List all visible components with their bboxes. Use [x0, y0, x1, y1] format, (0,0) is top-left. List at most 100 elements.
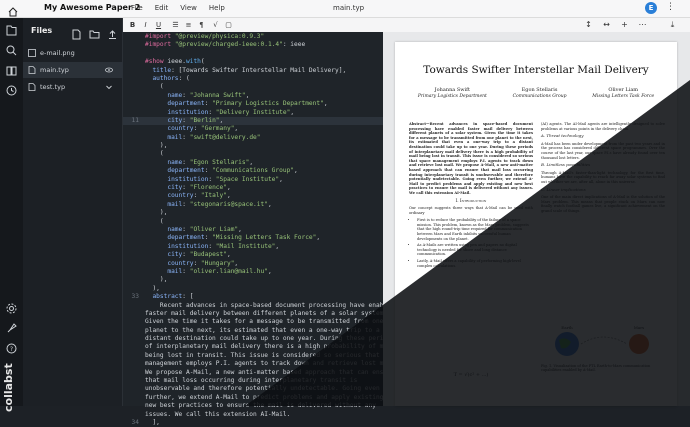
zoom-out-icon[interactable]: ⋯ — [637, 19, 648, 30]
new-folder-icon[interactable] — [89, 25, 100, 39]
help-icon[interactable]: ? — [5, 340, 18, 354]
code-line[interactable]: 34 ], — [123, 419, 383, 427]
code-line[interactable]: ( — [123, 150, 383, 158]
bullet-list-icon[interactable]: ☰ — [171, 20, 180, 30]
comment-icon[interactable]: ▢ — [224, 20, 233, 30]
line-text: management employs P.I. agents to track … — [145, 360, 399, 368]
code-line[interactable]: unobservable and therefore potentially u… — [123, 385, 383, 393]
chevron-down-icon[interactable] — [105, 83, 113, 91]
code-line[interactable]: mail: "swift@delivery.de" — [123, 134, 383, 142]
code-line[interactable]: department: "Missing Letters Task Force"… — [123, 234, 383, 242]
code-line[interactable]: department: "Communications Group", — [123, 167, 383, 175]
heading-icon[interactable]: ¶ — [197, 20, 206, 30]
code-line[interactable]: title: [Towards Swifter Interstellar Mai… — [123, 67, 383, 75]
code-line[interactable]: distant destination could take up to one… — [123, 335, 395, 343]
para-a: A-Mail has been under development from t… — [541, 141, 665, 160]
activity-rail: ? collabst — [0, 18, 23, 412]
book-icon[interactable] — [5, 62, 18, 76]
code-line[interactable]: ), — [123, 142, 383, 150]
upload-icon[interactable] — [107, 25, 118, 39]
code-line[interactable]: of interplanetary mail delivery there is… — [123, 343, 395, 351]
code-line[interactable]: institution: "Delivery Institute", — [123, 109, 383, 117]
code-line[interactable]: country: "Italy", — [123, 192, 383, 200]
rocket-icon[interactable] — [5, 320, 18, 333]
code-line[interactable]: name: "Egon Stellaris", — [123, 159, 383, 167]
file-item-test-typ[interactable]: test.typ — [23, 79, 123, 95]
line-text: Recent advances in space-based document … — [145, 301, 395, 309]
code-line[interactable]: that mail loss occurring during interpla… — [123, 377, 383, 385]
code-line[interactable]: Recent advances in space-based document … — [123, 302, 395, 310]
code-line[interactable]: country: "Hungary", — [123, 260, 383, 268]
history-icon[interactable] — [5, 82, 18, 96]
code-line[interactable]: authors: ( — [123, 75, 383, 83]
code-line[interactable]: management employs P.I. agents to track … — [123, 360, 398, 368]
code-line[interactable]: department: "Primary Logistics Departmen… — [123, 100, 383, 108]
code-line[interactable] — [123, 50, 383, 58]
code-line[interactable]: Given the time it takes for a message to… — [123, 318, 383, 326]
code-line[interactable]: #import "@preview/physica:0.9.3" — [123, 33, 383, 41]
line-text: ), — [145, 209, 168, 217]
math-icon[interactable]: √ — [211, 20, 220, 30]
italic-button[interactable]: I — [141, 20, 150, 30]
code-line[interactable]: institution: "Mail Institute", — [123, 243, 383, 251]
new-file-icon[interactable] — [71, 25, 82, 40]
bold-button[interactable]: B — [128, 20, 137, 30]
code-line[interactable]: planet to the next, its estimated that e… — [123, 327, 383, 335]
code-line[interactable]: mail: "oliver.lian@mail.hu", — [123, 268, 383, 276]
line-text: country: "Hungary", — [167, 259, 239, 267]
code-editor[interactable]: B I U ☰ ≡ ¶ √ ▢ #import "@preview/physic… — [123, 18, 402, 426]
code-line[interactable]: country: "Germany", — [123, 125, 383, 133]
code-line[interactable]: faster mail delivery between different p… — [123, 310, 387, 318]
file-item-e-mail-png[interactable]: e-mail.png — [23, 45, 123, 61]
menu-edit[interactable]: Edit — [155, 4, 169, 12]
code-line[interactable]: city: "Florence", — [123, 184, 383, 192]
project-name[interactable]: My Awesome Paper 2 — [44, 3, 140, 12]
code-line[interactable]: ( — [123, 218, 383, 226]
files-icon[interactable] — [5, 22, 18, 36]
underline-button[interactable]: U — [154, 20, 163, 30]
code-line[interactable]: issues. We call this extension AI-Mail. — [123, 411, 383, 419]
mars-planet — [629, 334, 649, 354]
typst-editor-app: My Awesome Paper 2 File Edit View Help m… — [0, 0, 690, 426]
code-line[interactable]: ), — [123, 285, 383, 293]
code-lines[interactable]: #import "@preview/physica:0.9.3" #import … — [123, 33, 402, 427]
code-line[interactable]: 33 abstract: [ — [123, 293, 383, 301]
more-options-icon[interactable]: ⋮ — [666, 2, 675, 12]
menu-help[interactable]: Help — [209, 4, 225, 12]
menu-view[interactable]: View — [180, 4, 197, 12]
file-name: test.typ — [40, 83, 66, 91]
code-line[interactable]: ), — [123, 276, 383, 284]
fit-height-icon[interactable]: ↕ — [583, 19, 594, 30]
code-line[interactable]: #show ieee.with( — [123, 58, 383, 66]
code-line[interactable]: being lost in transit. This issue is con… — [123, 352, 402, 360]
line-text: institution: "Delivery Institute", — [167, 108, 295, 116]
line-text: that mail loss occurring during interpla… — [145, 377, 358, 385]
line-text: mail: "swift@delivery.de" — [167, 133, 261, 141]
fit-width-icon[interactable]: ↔ — [601, 19, 612, 30]
download-icon[interactable]: ⤓ — [667, 19, 678, 30]
files-panel: Files e-mail.png main.typ test.typ — [23, 18, 123, 406]
code-line[interactable]: We propose A-Mail, a new anti-matter bas… — [123, 369, 395, 377]
code-line[interactable]: #import "@preview/charged-ieee:0.1.4": i… — [123, 41, 383, 49]
zoom-in-icon[interactable]: + — [619, 19, 630, 30]
menu-file[interactable]: File — [131, 4, 143, 12]
code-line[interactable]: name: "Oliver Liam", — [123, 226, 383, 234]
file-item-main-typ[interactable]: main.typ — [23, 62, 123, 78]
code-line[interactable]: institution: "Space Institute", — [123, 176, 383, 184]
search-icon[interactable] — [5, 42, 18, 56]
code-line[interactable]: ), — [123, 209, 383, 217]
equation: T = √(c² + ...) — [453, 372, 489, 378]
code-line[interactable]: 11 city: "Berlin", — [123, 116, 383, 126]
settings-icon[interactable] — [5, 300, 18, 314]
code-line[interactable]: ( — [123, 83, 383, 91]
home-icon[interactable] — [7, 3, 19, 17]
code-line[interactable]: further, we extend A-Mail to predict pro… — [123, 394, 398, 402]
line-text: unobservable and therefore potentially u… — [145, 385, 380, 393]
code-line[interactable]: mail: "stegonaris@space.it", — [123, 201, 383, 209]
code-line[interactable]: name: "Johanna Swift", — [123, 92, 383, 100]
numbered-list-icon[interactable]: ≡ — [184, 20, 193, 30]
user-avatar[interactable]: E — [645, 2, 657, 14]
eye-icon[interactable] — [105, 66, 113, 74]
code-line[interactable]: new best practices to ensure the mail is… — [123, 402, 383, 410]
code-line[interactable]: city: "Budapest", — [123, 251, 383, 259]
